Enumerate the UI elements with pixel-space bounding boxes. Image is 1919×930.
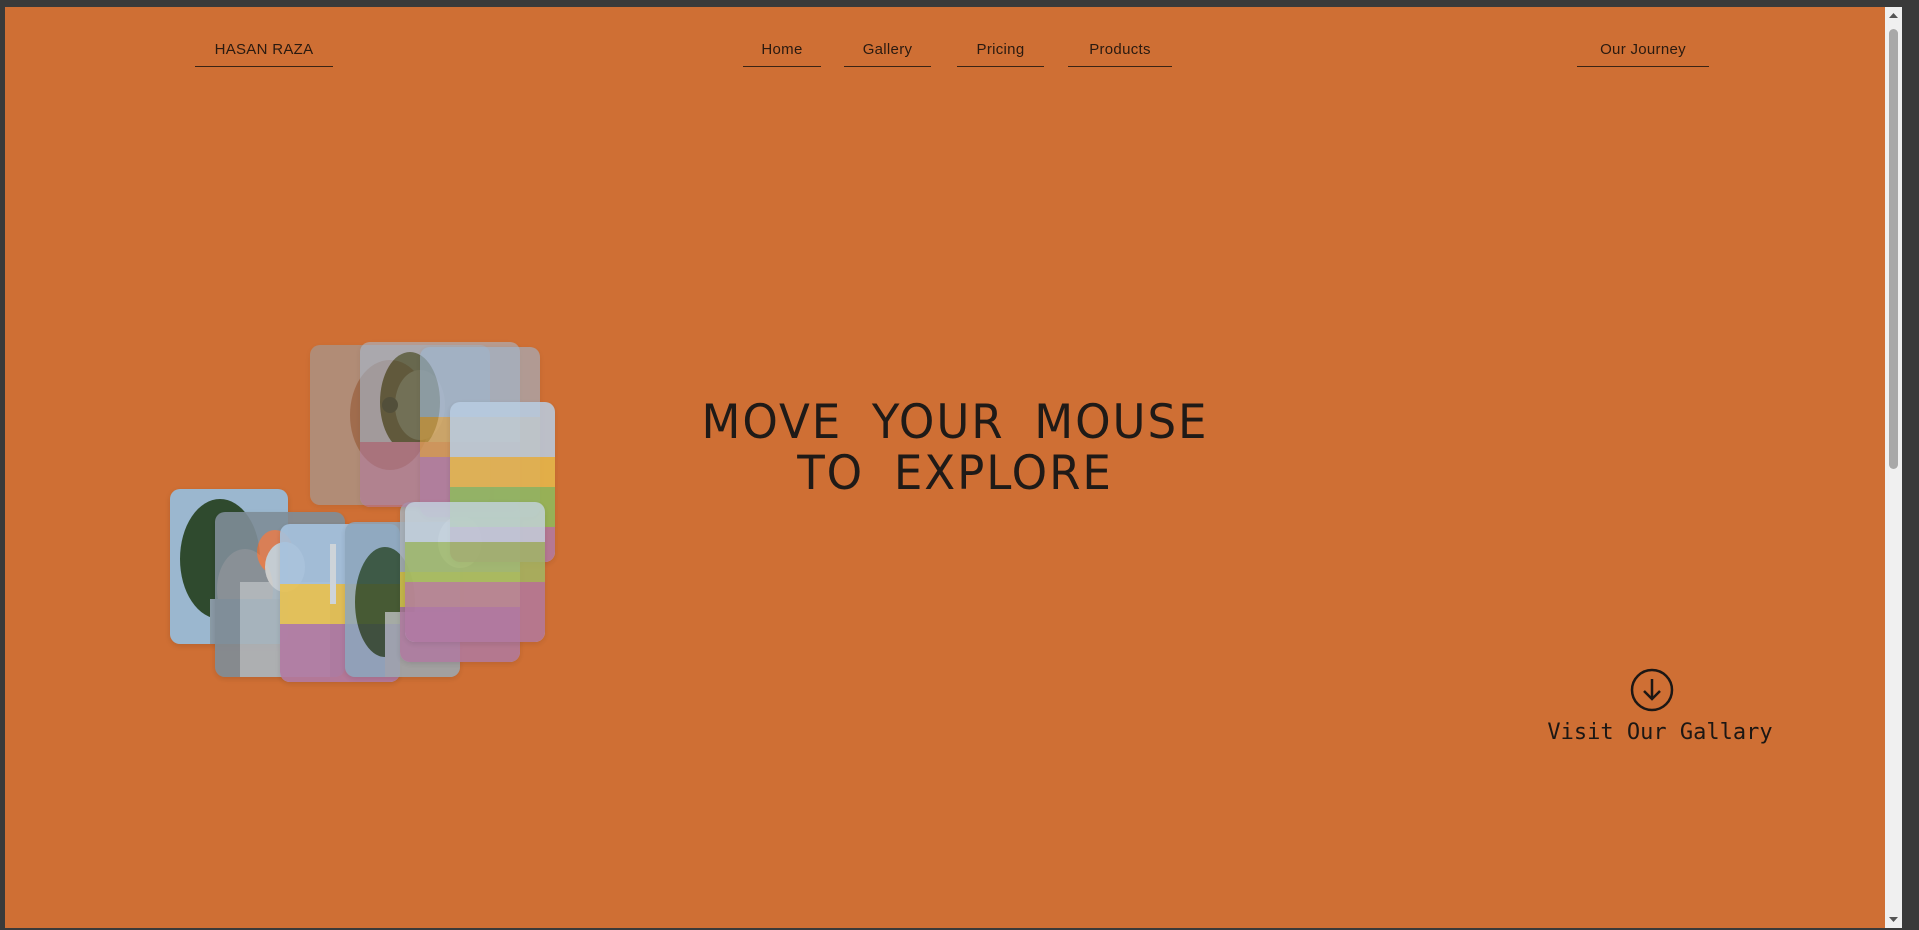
arrow-down-circle-icon[interactable] — [1630, 668, 1674, 712]
brand-logo-link[interactable]: HASAN RAZA — [195, 35, 333, 67]
image-trail-collage — [160, 332, 580, 682]
visit-gallery-label[interactable]: Visit Our Gallary — [1535, 720, 1785, 745]
nav-home-link[interactable]: Home — [743, 35, 821, 67]
visit-gallery-button[interactable]: Visit Our Gallary — [1535, 668, 1785, 748]
nav-gallery-link[interactable]: Gallery — [844, 35, 931, 67]
page: HASAN RAZA Home Gallery Pricing Products… — [5, 7, 1902, 928]
nav-our-journey-link[interactable]: Our Journey — [1577, 35, 1709, 67]
nav-pricing-link[interactable]: Pricing — [957, 35, 1044, 67]
nav-products-link[interactable]: Products — [1068, 35, 1172, 67]
vertical-scrollbar[interactable] — [1885, 7, 1902, 928]
hero-title: MOVE YOUR MOUSE TO EXPLORE — [677, 397, 1234, 499]
scroll-up-arrow-icon[interactable] — [1885, 7, 1902, 24]
hero-title-line-1: MOVE YOUR MOUSE — [701, 395, 1209, 450]
gallery-image-landscape — [405, 502, 545, 642]
scrollbar-thumb[interactable] — [1889, 29, 1898, 469]
scroll-down-arrow-icon[interactable] — [1885, 911, 1902, 928]
hero-title-line-2: TO EXPLORE — [797, 446, 1113, 501]
